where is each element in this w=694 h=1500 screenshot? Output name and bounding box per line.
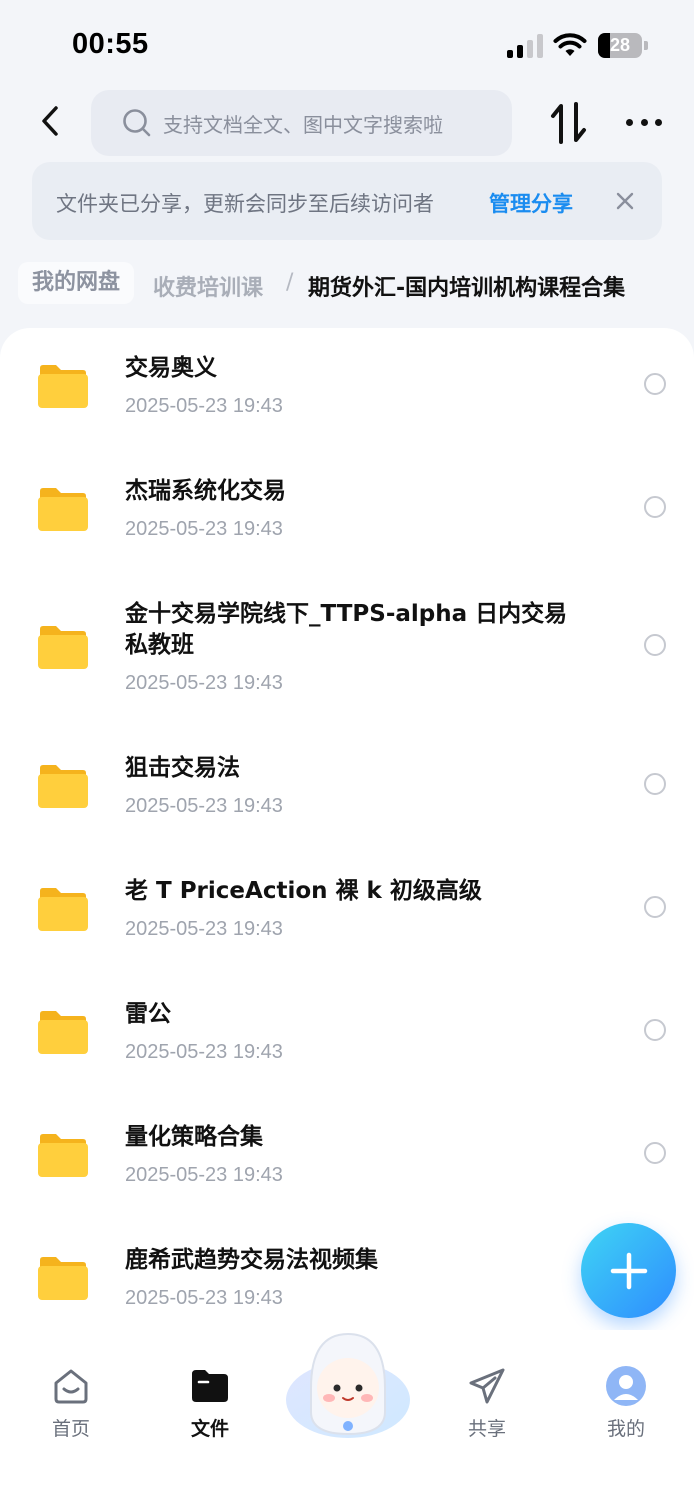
share-banner: 文件夹已分享，更新会同步至后续访问者 管理分享 <box>32 162 662 240</box>
file-date: 2025-05-23 19:43 <box>125 395 283 417</box>
breadcrumb-root[interactable]: 我的网盘 <box>18 262 135 304</box>
tab-home[interactable]: 首页 <box>31 1366 111 1446</box>
file-date: 2025-05-23 19:43 <box>125 1164 283 1186</box>
file-date: 2025-05-23 19:43 <box>125 795 283 817</box>
wifi-icon <box>553 33 587 56</box>
search-placeholder: 支持文档全文、图中文字搜索啦 <box>163 112 443 137</box>
file-name: 金十交易学院线下_TTPS-alpha 日内交易私教班 <box>125 601 568 658</box>
select-checkbox[interactable] <box>644 1142 666 1164</box>
select-checkbox[interactable] <box>644 634 666 656</box>
breadcrumb-separator: / <box>286 270 294 295</box>
folder-icon <box>38 488 88 531</box>
file-name: 雷公 <box>125 1001 171 1027</box>
breadcrumb-current: 期货外汇-国内培训机构课程合集 <box>308 276 626 301</box>
tab-files-label: 文件 <box>190 1418 229 1440</box>
tab-share-label: 共享 <box>467 1418 506 1440</box>
back-button[interactable] <box>30 98 70 144</box>
breadcrumb-parent[interactable]: 收费培训课 <box>153 270 263 302</box>
mascot-assistant-icon[interactable] <box>283 1330 413 1442</box>
file-name: 鹿希武趋势交易法视频集 <box>125 1247 378 1273</box>
search-icon <box>123 109 151 137</box>
add-button[interactable] <box>581 1223 676 1318</box>
file-date: 2025-05-23 19:43 <box>125 918 283 940</box>
search-input[interactable]: 支持文档全文、图中文字搜索啦 <box>91 90 512 156</box>
sort-arrows-icon <box>551 102 586 144</box>
plus-icon <box>610 1252 647 1289</box>
status-bar: 00:55 28 <box>0 0 694 90</box>
select-checkbox[interactable] <box>644 1019 666 1041</box>
battery-indicator: 28 <box>598 33 648 58</box>
manage-share-link[interactable]: 管理分享 <box>489 188 573 218</box>
folder-icon <box>192 1370 228 1402</box>
tab-files[interactable]: 文件 <box>170 1366 250 1446</box>
file-date: 2025-05-23 19:43 <box>125 672 283 694</box>
send-icon <box>469 1368 505 1404</box>
bottom-nav: 首页 文件 共享 我的 <box>0 1330 694 1500</box>
tab-profile[interactable]: 我的 <box>586 1366 666 1446</box>
share-message: 文件夹已分享，更新会同步至后续访问者 <box>56 192 434 216</box>
folder-icon <box>38 365 88 408</box>
file-date: 2025-05-23 19:43 <box>125 1287 283 1309</box>
file-name: 老 T PriceAction 裸 k 初级高级 <box>125 878 482 904</box>
home-icon <box>54 1369 88 1404</box>
file-name: 杰瑞系统化交易 <box>125 478 286 504</box>
avatar-icon <box>606 1366 646 1406</box>
file-date: 2025-05-23 19:43 <box>125 1041 283 1063</box>
select-checkbox[interactable] <box>644 773 666 795</box>
file-name: 狙击交易法 <box>125 755 240 781</box>
file-date: 2025-05-23 19:43 <box>125 518 283 540</box>
cellular-signal-icon <box>507 34 543 58</box>
tab-share[interactable]: 共享 <box>447 1366 527 1446</box>
status-time: 00:55 <box>72 28 149 60</box>
breadcrumb: 收费培训课 我的网盘 / 期货外汇-国内培训机构课程合集 <box>0 258 694 312</box>
tab-home-label: 首页 <box>51 1418 90 1440</box>
close-icon[interactable] <box>610 186 640 216</box>
select-checkbox[interactable] <box>644 373 666 395</box>
battery-percent: 28 <box>609 35 631 55</box>
more-button[interactable] <box>620 104 668 140</box>
folder-icon <box>38 1011 88 1054</box>
folder-icon <box>38 765 88 808</box>
more-dots-icon <box>626 118 633 126</box>
file-name: 交易奥义 <box>125 355 217 381</box>
select-checkbox[interactable] <box>644 496 666 518</box>
file-name: 量化策略合集 <box>125 1124 263 1150</box>
folder-icon <box>38 1257 88 1300</box>
sort-button[interactable] <box>548 100 590 146</box>
tab-profile-label: 我的 <box>606 1418 645 1440</box>
chevron-left-icon <box>42 106 58 136</box>
folder-icon <box>38 888 88 931</box>
folder-icon <box>38 626 88 669</box>
select-checkbox[interactable] <box>644 896 666 918</box>
folder-icon <box>38 1134 88 1177</box>
file-list: 交易奥义 2025-05-23 19:43 杰瑞系统化交易 2025-05-23… <box>0 328 694 1368</box>
